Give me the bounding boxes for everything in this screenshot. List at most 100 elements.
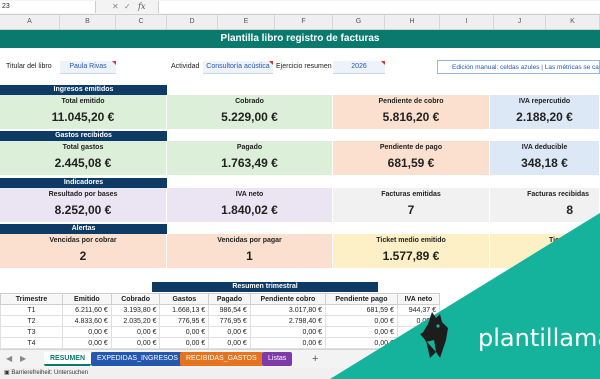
kpi-facturas-recibidas: Facturas recibidas 8 xyxy=(490,188,600,222)
table-cell[interactable]: 986,54 € xyxy=(208,304,251,316)
kpi-pendiente-pago: Pendiente de pago 681,59 € xyxy=(333,141,490,175)
table-cell[interactable]: 944,37 € xyxy=(396,304,441,316)
table-cell[interactable]: 0,00 € xyxy=(159,326,210,338)
column-pendiente-cobro: Pendiente cobro xyxy=(249,293,327,305)
kpi-label: Facturas emitidas xyxy=(381,191,441,198)
table-cell[interactable]: 1.668,13 € xyxy=(159,304,210,316)
tab-scroll-left-icon[interactable]: ◀ xyxy=(6,354,12,363)
titular-label: Titular del libro xyxy=(6,63,52,70)
tab-expedidas-ingresos[interactable]: EXPEDIDAS_INGRESOS xyxy=(91,352,184,366)
kpi-value: 2 xyxy=(79,249,87,263)
table-cell[interactable]: T3 xyxy=(0,326,63,338)
kpi-value: 5.816,20 € xyxy=(382,110,440,124)
table-cell[interactable]: 776,95 € xyxy=(208,315,251,327)
kpi-label: Total emitido xyxy=(61,98,105,105)
name-box[interactable]: 23 xyxy=(0,1,96,13)
column-header-e[interactable]: E xyxy=(218,15,275,29)
table-cell[interactable]: 3.193,80 € xyxy=(110,304,161,316)
table-cell[interactable]: 0,00 € xyxy=(396,326,441,338)
table-header-row: Trimestre Emitido Cobrado Gastos Pagado … xyxy=(0,293,441,305)
tab-recibidas-gastos[interactable]: RECIBIDAS_GASTOS xyxy=(180,352,263,366)
table-cell[interactable]: 0,00 € xyxy=(208,326,251,338)
kpi-total-gastos: Total gastos 2.445,08 € xyxy=(0,141,167,175)
tab-scroll-right-icon[interactable]: ▶ xyxy=(20,354,26,363)
kpi-value: 2.445,08 € xyxy=(54,156,112,170)
column-pendiente-pago: Pendiente pago xyxy=(325,293,398,305)
kpi-label: IVA deducible xyxy=(521,144,568,151)
quarterly-table: Trimestre Emitido Cobrado Gastos Pagado … xyxy=(0,293,441,349)
table-row: T3 0,00 € 0,00 € 0,00 € 0,00 € 0,00 € 0,… xyxy=(0,326,441,338)
column-header-h[interactable]: H xyxy=(385,15,440,29)
section-alertas: Alertas xyxy=(0,224,167,234)
column-header-f[interactable]: F xyxy=(275,15,333,29)
kpi-iva-neto: IVA neto 1.840,02 € xyxy=(167,188,333,222)
table-cell[interactable]: 681,59 € xyxy=(325,304,398,316)
column-header-j[interactable]: J xyxy=(494,15,546,29)
column-header-i[interactable]: I xyxy=(440,15,494,29)
table-cell[interactable]: 0,00 € xyxy=(396,337,441,349)
kpi-value: 348,18 € xyxy=(521,156,568,170)
table-cell[interactable]: 4.833,60 € xyxy=(62,315,112,327)
kpi-iva-deducible: IVA deducible 348,18 € xyxy=(490,141,600,175)
formula-bar: 23 ✕ ✓ fx xyxy=(0,0,600,15)
table-cell[interactable]: 0,00 € xyxy=(249,337,327,349)
tab-listas[interactable]: Listas xyxy=(262,352,293,366)
table-cell[interactable]: 0,00 € xyxy=(110,337,161,349)
kpi-value: 5.229,00 € xyxy=(221,110,278,124)
kpi-label: IVA neto xyxy=(235,191,264,198)
table-cell[interactable]: T2 xyxy=(0,315,63,327)
kpi-pagado: Pagado 1.763,49 € xyxy=(167,141,333,175)
ejercicio-input[interactable]: 2026 xyxy=(333,61,385,74)
table-cell[interactable]: T4 xyxy=(0,337,63,349)
kpi-value: 1.840,02 € xyxy=(221,203,278,217)
kpi-label: Pendiente de cobro xyxy=(378,98,444,105)
column-header-d[interactable]: D xyxy=(167,15,218,29)
column-cobrado: Cobrado xyxy=(110,293,161,305)
accessibility-status[interactable]: Barrierefreiheit: Untersuchen xyxy=(11,370,88,376)
table-cell[interactable]: 6.211,60 € xyxy=(62,304,112,316)
table-row: T4 0,00 € 0,00 € 0,00 € 0,00 € 0,00 € 0,… xyxy=(0,337,441,349)
table-cell[interactable]: 0,00 € xyxy=(249,326,327,338)
table-cell[interactable]: 2.798,40 € xyxy=(249,315,327,327)
column-header-a[interactable]: A xyxy=(0,15,60,29)
kpi-pendiente-cobro: Pendiente de cobro 5.816,20 € xyxy=(333,95,490,129)
table-cell[interactable]: 0,00 € xyxy=(325,326,398,338)
kpi-vencidas-cobrar: Vencidas por cobrar 2 xyxy=(0,234,167,268)
cancel-icon[interactable]: ✕ xyxy=(112,1,119,13)
table-row: T2 4.833,60 € 2.035,20 € 776,95 € 776,95… xyxy=(0,315,441,327)
enter-icon[interactable]: ✓ xyxy=(124,1,131,13)
kpi-ticket-medio: Ticket medio emitido 1.577,89 € xyxy=(333,234,490,268)
actividad-input[interactable]: Consultoría acústica xyxy=(203,61,273,74)
kpi-resultado: Resultado por bases 8.252,00 € xyxy=(0,188,167,222)
table-cell[interactable]: 0,00 € xyxy=(62,326,112,338)
table-cell[interactable]: 0,00 € xyxy=(159,337,210,349)
table-cell[interactable]: 0,00 € xyxy=(110,326,161,338)
column-header-g[interactable]: G xyxy=(333,15,385,29)
table-cell[interactable]: 0,00 € xyxy=(62,337,112,349)
section-gastos: Gastos recibidos xyxy=(0,131,167,141)
add-sheet-button[interactable]: + xyxy=(312,353,318,365)
kpi-value: 1 xyxy=(246,249,253,263)
table-cell[interactable]: T1 xyxy=(0,304,63,316)
column-headers: A B C D E F G H I J K xyxy=(0,15,600,30)
column-gastos: Gastos xyxy=(159,293,210,305)
kpi-cobrado: Cobrado 5.229,00 € xyxy=(167,95,333,129)
kpi-iva-repercutido: IVA repercutido 2.188,20 € xyxy=(490,95,600,129)
table-cell[interactable]: 2.035,20 € xyxy=(110,315,161,327)
tab-resumen[interactable]: RESUMEN xyxy=(44,352,92,366)
column-header-k[interactable]: K xyxy=(546,15,600,29)
table-cell[interactable]: 0,00 € xyxy=(325,315,398,327)
table-cell[interactable]: 0,00 € xyxy=(396,315,441,327)
function-icon[interactable]: fx xyxy=(138,1,145,13)
titular-input[interactable]: Paula Rivas xyxy=(60,61,116,74)
table-cell[interactable]: 776,95 € xyxy=(159,315,210,327)
column-header-c[interactable]: C xyxy=(116,15,167,29)
table-cell[interactable]: 0,00 € xyxy=(325,337,398,349)
formula-input[interactable] xyxy=(158,1,600,13)
kpi-value: 7 xyxy=(407,203,415,217)
table-cell[interactable]: 0,00 € xyxy=(208,337,251,349)
table-cell[interactable]: 3.017,80 € xyxy=(249,304,327,316)
column-header-b[interactable]: B xyxy=(60,15,116,29)
kpi-value: 11.045,20 € xyxy=(51,110,115,124)
kpi-label: IVA repercutido xyxy=(518,98,571,105)
